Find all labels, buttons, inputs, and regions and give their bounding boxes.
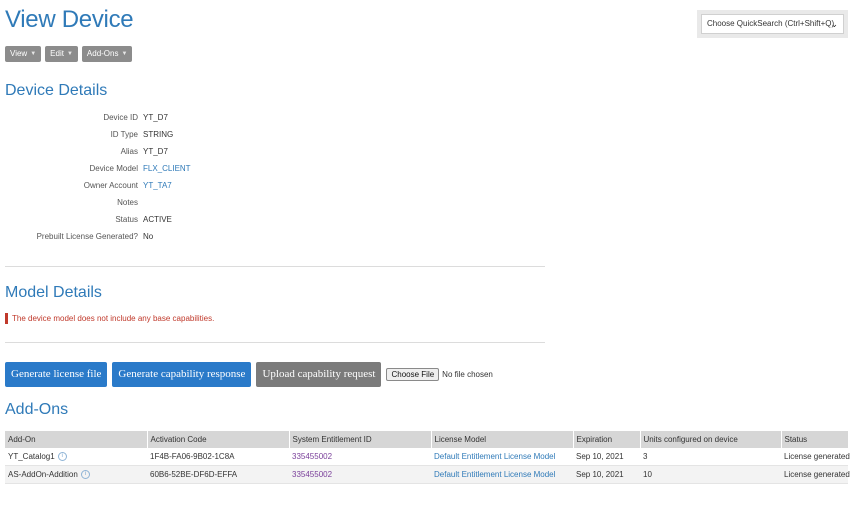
expiration-cell: Sep 10, 2021 [573, 448, 640, 466]
license-model-link[interactable]: Default Entitlement License Model [431, 448, 573, 466]
upload-capability-request-button[interactable]: Upload capability request [256, 362, 382, 387]
view-menu-label: View [10, 49, 28, 58]
generate-license-file-button[interactable]: Generate license file [5, 362, 108, 387]
detail-value: STRING [143, 130, 174, 139]
detail-label: Owner Account [83, 181, 138, 190]
table-row: YT_Catalog1 i 1F4B-FA06-9B02-1C8A 3354550… [5, 448, 850, 466]
detail-label: Status [115, 215, 138, 224]
quicksearch-select[interactable]: Choose QuickSearch (Ctrl+Shift+Q) ⌄ [701, 14, 844, 34]
table-header-row: Add-On Activation Code System Entitlemen… [5, 431, 849, 448]
generate-capability-response-button[interactable]: Generate capability response [112, 362, 252, 387]
addons-title: Add-Ons [5, 401, 69, 418]
detail-label: ID Type [110, 130, 138, 139]
column-header-addon[interactable]: Add-On [5, 431, 148, 448]
section-divider [5, 266, 545, 267]
entitlement-id-link[interactable]: 335455002 [289, 465, 431, 484]
owner-account-link[interactable]: YT_TA7 [143, 181, 172, 190]
column-header-units[interactable]: Units configured on device [640, 431, 782, 448]
toolbar: View ▼ Edit ▼ Add-Ons ▼ [5, 46, 133, 62]
info-icon[interactable]: i [80, 470, 90, 480]
quicksearch-container: Choose QuickSearch (Ctrl+Shift+Q) ⌄ [697, 10, 848, 38]
license-model-link[interactable]: Default Entitlement License Model [431, 465, 573, 484]
addon-name: AS-AddOn-Addition [8, 469, 78, 479]
column-header-activation-code[interactable]: Activation Code [147, 431, 290, 448]
detail-label: Alias [120, 147, 138, 156]
model-details-title: Model Details [5, 284, 102, 301]
column-header-status[interactable]: Status [781, 431, 849, 448]
addon-name: YT_Catalog1 [8, 451, 55, 461]
activation-code-cell: 1F4B-FA06-9B02-1C8A [147, 448, 289, 466]
caret-down-icon: ▼ [121, 51, 128, 57]
addons-table: Add-On Activation Code System Entitlemen… [5, 431, 850, 484]
page-title: View Device [5, 6, 134, 33]
view-menu-button[interactable]: View ▼ [5, 46, 42, 62]
info-icon[interactable]: i [57, 452, 67, 462]
caret-down-icon: ▼ [66, 51, 73, 57]
detail-label: Device Model [89, 164, 138, 173]
caret-down-icon: ▼ [30, 51, 37, 57]
edit-menu-button[interactable]: Edit ▼ [45, 46, 78, 62]
detail-label: Prebuilt License Generated? [36, 232, 138, 241]
detail-value: No [143, 232, 154, 241]
expiration-cell: Sep 10, 2021 [573, 465, 640, 484]
addons-menu-label: Add-Ons [86, 49, 119, 58]
edit-menu-label: Edit [50, 49, 64, 58]
section-divider [5, 342, 545, 343]
choose-file-button[interactable]: Choose File [386, 368, 440, 381]
detail-label: Notes [117, 198, 138, 207]
detail-label: Device ID [103, 113, 138, 122]
units-cell: 3 [640, 448, 781, 466]
chevron-down-icon: ⌄ [830, 19, 838, 29]
status-cell: License generated [781, 465, 850, 484]
table-row: AS-AddOn-Addition i 60B6-52BE-DF6D-EFFA 3… [5, 465, 850, 484]
column-header-expiration[interactable]: Expiration [573, 431, 641, 448]
file-status: No file chosen [442, 370, 493, 379]
column-header-entitlement-id[interactable]: System Entitlement ID [289, 431, 432, 448]
entitlement-id-link[interactable]: 335455002 [289, 448, 431, 466]
column-header-license-model[interactable]: License Model [431, 431, 574, 448]
addon-cell: YT_Catalog1 i [5, 448, 147, 466]
addon-cell: AS-AddOn-Addition i [5, 465, 147, 484]
model-warning-message: The device model does not include any ba… [5, 313, 214, 324]
device-details-title: Device Details [5, 82, 108, 99]
addons-menu-button[interactable]: Add-Ons ▼ [81, 46, 133, 62]
detail-value: ACTIVE [143, 215, 172, 224]
quicksearch-label: Choose QuickSearch (Ctrl+Shift+Q) [707, 19, 835, 28]
action-bar: Generate license file Generate capabilit… [5, 362, 493, 387]
status-cell: License generated [781, 448, 850, 466]
file-input: Choose File No file chosen [386, 368, 493, 381]
units-cell: 10 [640, 465, 781, 484]
detail-value: YT_D7 [143, 147, 168, 156]
detail-value: YT_D7 [143, 113, 168, 122]
device-model-link[interactable]: FLX_CLIENT [143, 164, 191, 173]
activation-code-cell: 60B6-52BE-DF6D-EFFA [147, 465, 289, 484]
